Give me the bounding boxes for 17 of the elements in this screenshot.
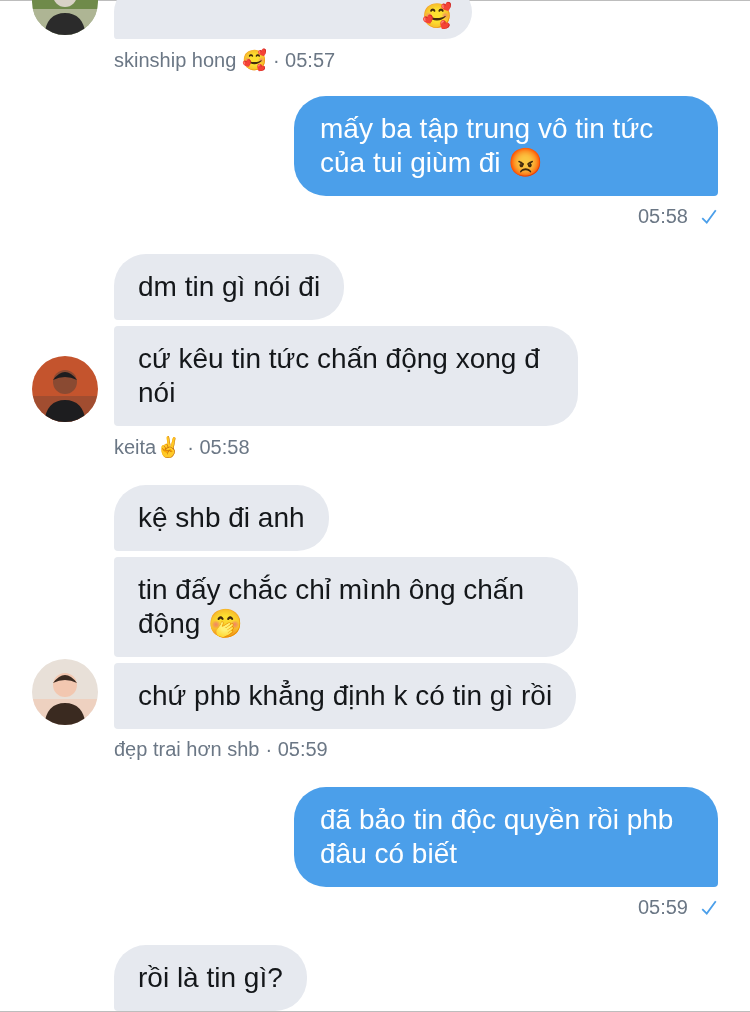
sender-name: skinship hong 🥰 [114, 48, 267, 72]
received-message-bubble: cứ kêu tin tức chấn động xong đ nói [114, 326, 578, 426]
message-time: · 05:58 [187, 435, 250, 459]
received-message-bubble: tin đấy chắc chỉ mình ông chấn động 🤭 [114, 557, 578, 657]
sent-message-bubble: đã bảo tin độc quyền rồi phb đâu có biết [294, 787, 718, 887]
received-message-bubble: chứ phb khẳng định k có tin gì rồi [114, 663, 577, 729]
message-time: 05:58 [637, 205, 688, 228]
message-time: 05:59 [637, 896, 688, 919]
sent-message-bubble: mấy ba tập trung vô tin tức của tui giùm đi 😡 [294, 96, 718, 196]
received-message-bubble: 🥰 [114, 0, 472, 39]
received-message-bubble: kệ shb đi anh [114, 485, 329, 551]
sender-name: keita✌ [114, 435, 182, 459]
message-time: · 05:59 [265, 738, 328, 761]
received-message-bubble: dm tin gì nói đi [114, 254, 345, 320]
message-time: · 05:57 [272, 48, 336, 72]
sender-name: đẹp trai hơn shb [114, 738, 260, 761]
received-message-bubble: rồi là tin gì? [114, 945, 307, 1011]
